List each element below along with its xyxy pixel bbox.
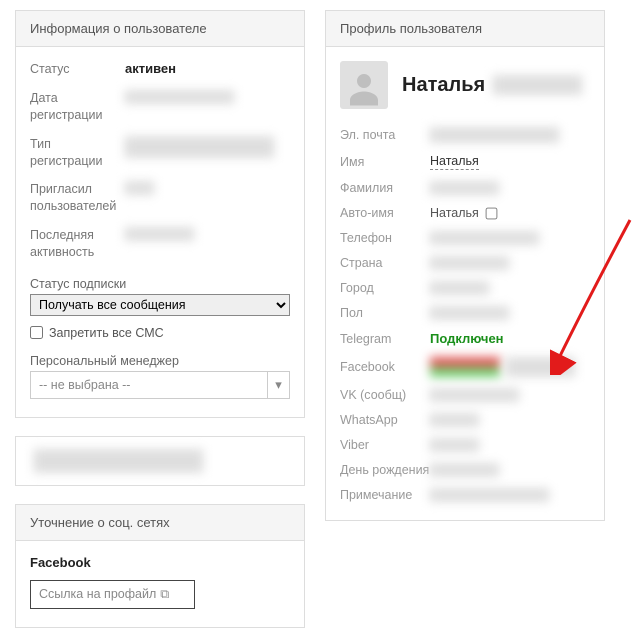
status-label: Статус	[30, 61, 125, 78]
invited-label: Пригласил пользователей	[30, 181, 125, 215]
country-value	[430, 256, 510, 270]
social-panel: Уточнение о соц. сетях Facebook Ссылка н…	[15, 504, 305, 628]
reg-type-value	[125, 136, 275, 158]
email-label: Эл. почта	[340, 128, 430, 142]
sub-status-label: Статус подписки	[30, 277, 290, 291]
last-name-label: Фамилия	[340, 181, 430, 195]
profile-panel: Профиль пользователя Наталья Эл. почта	[325, 10, 605, 521]
gender-value	[430, 306, 510, 320]
notes-label: Примечание	[340, 488, 430, 502]
sub-status-select[interactable]: Получать все сообщения	[30, 294, 290, 316]
avatar	[340, 61, 388, 109]
facebook-value-2	[506, 357, 576, 377]
forbid-sms-label: Запретить все СМС	[49, 326, 164, 340]
auto-name-checkbox[interactable]	[485, 207, 497, 219]
social-header: Уточнение о соц. сетях	[16, 505, 304, 541]
first-name-value[interactable]: Наталья	[430, 154, 479, 170]
first-name-label: Имя	[340, 155, 430, 169]
vk-value	[430, 388, 520, 402]
vk-label: VK (сообщ)	[340, 388, 430, 402]
facebook-placeholder: Ссылка на профайл	[39, 587, 156, 601]
phone-value	[430, 231, 540, 245]
facebook-label: Facebook	[340, 360, 430, 374]
redacted-panel	[15, 436, 305, 486]
chevron-down-icon[interactable]: ▾	[267, 372, 289, 398]
facebook-heading: Facebook	[30, 555, 290, 570]
status-value: активен	[125, 61, 290, 76]
auto-name-value: Наталья	[430, 206, 479, 220]
profile-surname-redacted	[493, 75, 583, 95]
birthday-label: День рождения	[340, 463, 430, 477]
auto-name-label: Авто-имя	[340, 206, 430, 220]
copy-icon: ⧉	[160, 587, 169, 602]
city-label: Город	[340, 281, 430, 295]
facebook-link-input[interactable]: Ссылка на профайл ⧉	[30, 580, 195, 609]
last-activity-value	[125, 227, 195, 241]
viber-label: Viber	[340, 438, 430, 452]
reg-date-label: Дата регистрации	[30, 90, 125, 124]
reg-type-label: Тип регистрации	[30, 136, 125, 170]
gender-label: Пол	[340, 306, 430, 320]
email-value	[430, 127, 560, 143]
telegram-value: Подключен	[430, 331, 504, 346]
pers-manager-label: Персональный менеджер	[30, 354, 290, 368]
pers-manager-select[interactable]: -- не выбрана -- ▾	[30, 371, 290, 399]
viber-value	[430, 438, 480, 452]
reg-date-value	[125, 90, 235, 104]
user-info-panel: Информация о пользователе Статус активен…	[15, 10, 305, 418]
phone-label: Телефон	[340, 231, 430, 245]
telegram-label: Telegram	[340, 332, 430, 346]
city-value	[430, 281, 490, 295]
user-info-header: Информация о пользователе	[16, 11, 304, 47]
country-label: Страна	[340, 256, 430, 270]
forbid-sms-checkbox[interactable]	[30, 326, 43, 339]
birthday-value	[430, 463, 500, 477]
last-activity-label: Последняя активность	[30, 227, 125, 261]
pers-manager-value: -- не выбрана --	[31, 378, 267, 392]
whatsapp-label: WhatsApp	[340, 413, 430, 427]
facebook-value	[430, 357, 500, 377]
notes-value	[430, 488, 550, 502]
last-name-value	[430, 181, 500, 195]
whatsapp-value	[430, 413, 480, 427]
profile-header: Профиль пользователя	[326, 11, 604, 47]
invited-value	[125, 181, 155, 195]
profile-name: Наталья	[402, 74, 485, 97]
